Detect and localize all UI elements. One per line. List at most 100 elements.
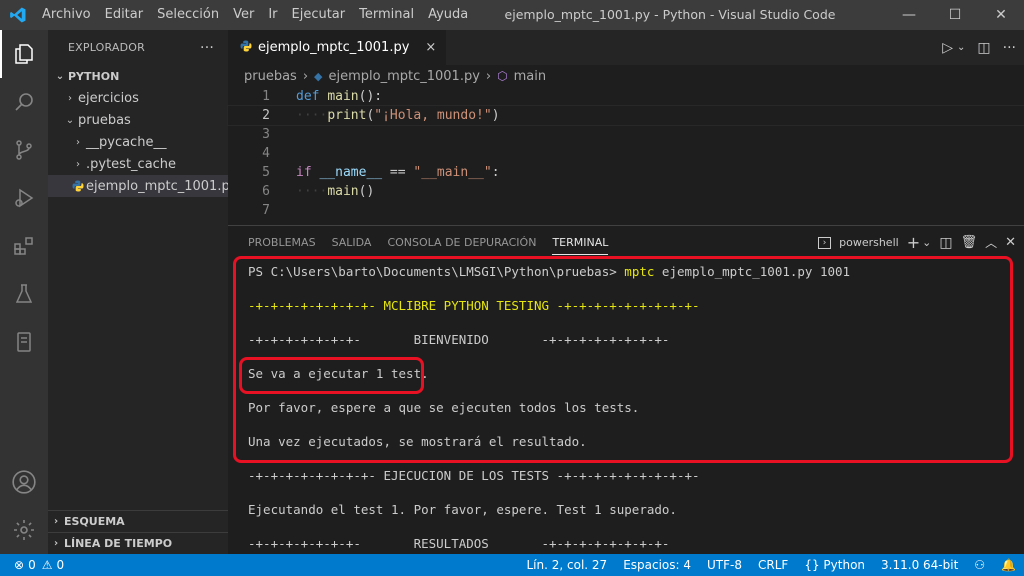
line-number: 2 <box>262 108 270 123</box>
trash-icon[interactable]: 🗑 <box>961 235 978 250</box>
file-ejemplo-mptc[interactable]: ejemplo_mptc_1001.py <box>48 175 237 197</box>
operator: == <box>382 165 414 180</box>
extensions-icon[interactable] <box>0 222 48 270</box>
minimize-button[interactable]: — <box>886 0 932 30</box>
testing-icon[interactable] <box>0 270 48 318</box>
menu-ayuda[interactable]: Ayuda <box>421 0 475 30</box>
tab-salida[interactable]: SALIDA <box>324 226 380 259</box>
folder-ejercicios[interactable]: › ejercicios <box>48 87 228 109</box>
function-name: main <box>327 89 359 104</box>
menu-ver[interactable]: Ver <box>226 0 261 30</box>
python-file-icon <box>72 180 84 192</box>
code-line: 7 <box>228 201 1024 220</box>
account-icon[interactable] <box>0 458 48 506</box>
string-literal: "__main__" <box>413 165 492 180</box>
breadcrumb: pruebas › ◆ ejemplo_mptc_1001.py › ⬡ mai… <box>228 65 1024 87</box>
window-title: ejemplo_mptc_1001.py - Python - Visual S… <box>504 7 836 22</box>
editor-area: ejemplo_mptc_1001.py × ▷ ⌄ ◫ ··· pruebas… <box>227 30 1024 225</box>
tab-terminal[interactable]: TERMINAL <box>544 226 616 259</box>
source-control-icon[interactable] <box>0 126 48 174</box>
breadcrumb-symbol[interactable]: main <box>514 69 546 84</box>
error-icon: ⊗ <box>14 558 25 572</box>
braces-icon: {} <box>804 558 820 572</box>
folder-label: __pycache__ <box>86 134 167 150</box>
menu-terminal[interactable]: Terminal <box>352 0 421 30</box>
folder-label: pruebas <box>78 112 131 128</box>
line-number: 6 <box>262 184 270 199</box>
menu-ir[interactable]: Ir <box>261 0 284 30</box>
menu-archivo[interactable]: Archivo <box>35 0 98 30</box>
settings-gear-icon[interactable] <box>0 506 48 554</box>
indentation[interactable]: Espacios: 4 <box>615 558 699 572</box>
chevron-down-icon: ⌄ <box>65 114 75 126</box>
warning-icon: ⚠ <box>41 558 53 572</box>
tab-problemas[interactable]: PROBLEMAS <box>240 226 324 259</box>
folder-pytest-cache[interactable]: › .pytest_cache <box>48 153 228 175</box>
menu-ejecutar[interactable]: Ejecutar <box>285 0 353 30</box>
code-line-current: 2 ····print("¡Hola, mundo!") <box>227 105 1024 126</box>
breadcrumb-folder[interactable]: pruebas <box>244 69 297 84</box>
feedback-icon[interactable]: ⚇ <box>966 558 993 572</box>
maximize-button[interactable]: ☐ <box>932 0 978 30</box>
warning-count: 0 <box>56 558 65 572</box>
timeline-label: LÍNEA DE TIEMPO <box>64 537 173 550</box>
folder-pycache[interactable]: › __pycache__ <box>48 131 228 153</box>
timeline-section[interactable]: › LÍNEA DE TIEMPO <box>48 532 228 554</box>
run-debug-icon[interactable] <box>0 174 48 222</box>
remote-icon[interactable] <box>0 318 48 366</box>
language-mode[interactable]: {} Python <box>796 558 873 572</box>
maximize-panel-icon[interactable]: ︿ <box>985 234 997 251</box>
activity-bar <box>0 30 48 554</box>
problems-indicator[interactable]: ⊗ 0 ⚠ 0 <box>0 558 64 572</box>
end-of-line[interactable]: CRLF <box>750 558 796 572</box>
code-line: 4 <box>228 144 1024 163</box>
chevron-right-icon: › <box>53 516 59 527</box>
chevron-down-icon[interactable]: ⌄ <box>922 236 931 249</box>
more-actions-icon[interactable]: ··· <box>200 40 214 56</box>
run-file-icon[interactable]: ▷ <box>942 40 953 56</box>
explorer-icon[interactable] <box>0 30 48 78</box>
folder-label: .pytest_cache <box>86 156 177 172</box>
folder-label: ejercicios <box>78 90 139 106</box>
more-actions-icon[interactable]: ··· <box>1003 40 1016 56</box>
terminal-icon: › <box>818 236 832 249</box>
python-interpreter[interactable]: 3.11.0 64-bit <box>873 558 966 572</box>
line-number: 1 <box>262 89 270 104</box>
highlight-box-small <box>239 357 424 394</box>
menu-seleccion[interactable]: Selección <box>150 0 226 30</box>
language-label: Python <box>823 558 866 572</box>
python-file-icon: ◆ <box>314 69 323 83</box>
keyword: def <box>296 89 320 104</box>
function-call: print <box>327 108 367 123</box>
string-literal: "¡Hola, mundo!" <box>374 108 492 123</box>
menu-editar[interactable]: Editar <box>98 0 151 30</box>
outline-section[interactable]: › ESQUEMA <box>48 510 228 532</box>
terminal-line: Ejecutando el test 1. Por favor, espere.… <box>248 502 677 517</box>
line-number: 5 <box>262 165 270 180</box>
close-tab-icon[interactable]: × <box>425 40 436 55</box>
error-count: 0 <box>28 558 36 572</box>
close-panel-icon[interactable]: ✕ <box>1005 235 1016 250</box>
encoding[interactable]: UTF-8 <box>699 558 750 572</box>
function-symbol-icon: ⬡ <box>497 69 508 83</box>
new-terminal-icon[interactable]: + <box>907 233 920 252</box>
chevron-right-icon: › <box>53 538 59 549</box>
folder-root[interactable]: ⌄ PYTHON <box>48 65 228 87</box>
cursor-position[interactable]: Lín. 2, col. 27 <box>518 558 615 572</box>
code-editor[interactable]: 1 def main(): 2 ····print("¡Hola, mundo!… <box>227 87 1024 220</box>
shell-selector[interactable]: powershell <box>839 236 899 249</box>
folder-root-label: PYTHON <box>68 69 120 83</box>
code-line: 3 <box>228 125 1024 144</box>
chevron-right-icon: › <box>302 68 309 84</box>
breadcrumb-file[interactable]: ejemplo_mptc_1001.py <box>329 69 480 84</box>
title-bar: Archivo Editar Selección Ver Ir Ejecutar… <box>0 0 1024 30</box>
split-terminal-icon[interactable]: ◫ <box>939 235 952 251</box>
editor-tab[interactable]: ejemplo_mptc_1001.py × <box>228 30 447 65</box>
folder-pruebas[interactable]: ⌄ pruebas <box>48 109 228 131</box>
tab-consola-depuracion[interactable]: CONSOLA DE DEPURACIÓN <box>379 226 544 259</box>
notifications-icon[interactable]: 🔔 <box>993 558 1024 572</box>
chevron-down-icon[interactable]: ⌄ <box>957 42 965 53</box>
split-editor-icon[interactable]: ◫ <box>977 40 990 56</box>
search-icon[interactable] <box>0 78 48 126</box>
close-window-button[interactable]: ✕ <box>978 0 1024 30</box>
